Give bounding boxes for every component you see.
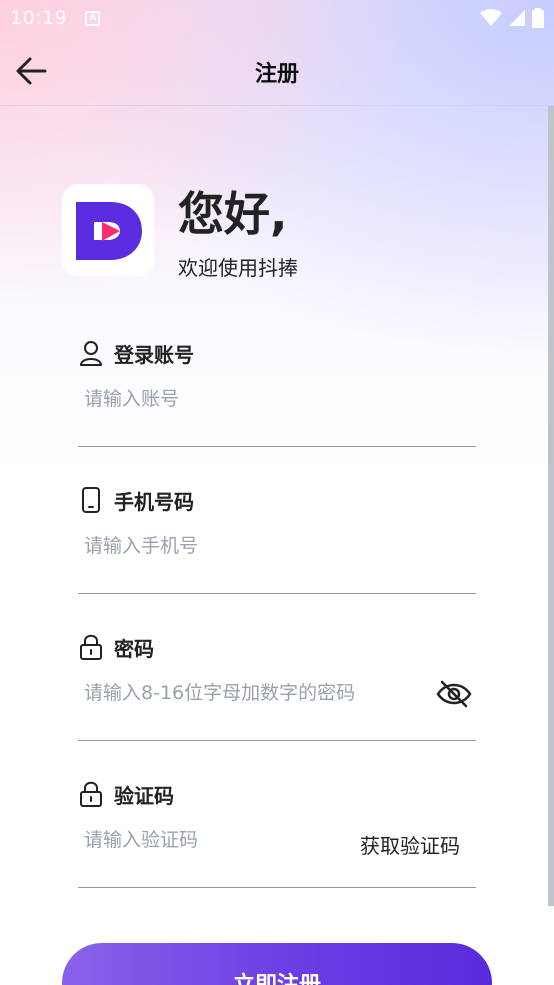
status-icons [480,8,544,28]
password-input[interactable] [84,677,424,709]
scrollbar[interactable] [548,106,554,906]
greeting-subtitle: 欢迎使用抖捧 [178,256,298,280]
password-field: 密码 [78,631,476,741]
account-input[interactable] [84,383,424,415]
password-label: 密码 [114,636,154,661]
phone-icon [78,486,104,514]
signal-icon [509,10,525,26]
get-code-button[interactable]: 获取验证码 [360,830,460,859]
greeting-title: 您好, [178,187,288,241]
user-icon [78,339,104,367]
phone-field: 手机号码 [78,484,476,594]
code-label-row: 验证码 [78,778,174,810]
lock-icon [78,780,104,808]
page-title: 注册 [254,62,299,87]
password-label-row: 密码 [78,631,154,663]
notification-icon: A [85,10,101,26]
battery-icon [532,8,544,28]
nav-bar: 注册 [0,36,554,106]
phone-input[interactable] [84,530,424,562]
account-label: 登录账号 [114,342,194,367]
wifi-icon [480,9,502,26]
phone-label: 手机号码 [114,489,194,514]
account-label-row: 登录账号 [78,337,194,369]
code-field: 验证码 获取验证码 [78,778,476,888]
code-input[interactable] [84,824,334,856]
code-label: 验证码 [114,783,174,808]
status-bar: 10:19 A [0,0,554,36]
account-field: 登录账号 [78,337,476,447]
status-time: 10:19 [10,7,68,29]
toggle-password-visibility[interactable] [436,679,472,709]
phone-label-row: 手机号码 [78,484,194,516]
eye-off-icon [436,680,472,708]
logo-icon [76,202,142,260]
lock-icon [78,633,104,661]
register-button[interactable]: 立即注册 [62,943,492,985]
app-logo [62,184,154,276]
